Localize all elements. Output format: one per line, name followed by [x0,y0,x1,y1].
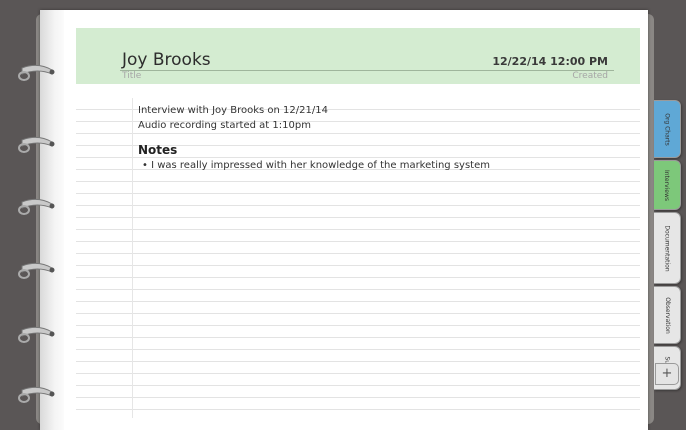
binder-ring-icon [18,198,56,216]
title-caption: Title [122,71,142,81]
note-line-audio: Audio recording started at 1:10pm [138,120,311,131]
note-title[interactable]: Joy Brooks [122,50,211,70]
tab-label: Documentation [663,224,671,272]
tab-org-charts[interactable]: Org Charts [654,100,681,158]
tab-label: Observation [663,296,671,334]
created-caption: Created [572,71,608,81]
notes-heading: Notes [138,143,178,157]
title-divider [120,70,614,71]
binder-ring-icon [18,386,56,404]
tab-documentation[interactable]: Documentation [654,212,681,284]
created-timestamp: 12/22/14 12:00 PM [492,55,608,68]
margin-line [132,98,133,418]
note-header: Joy Brooks Title 12/22/14 12:00 PM Creat… [76,28,640,84]
tab-interviews[interactable]: Interviews [654,160,681,210]
note-line-interview: Interview with Joy Brooks on 12/21/14 [138,105,328,116]
binder-ring-icon [18,262,56,280]
note-bullet: • I was really impressed with her knowle… [142,160,490,171]
note-body[interactable]: Interview with Joy Brooks on 12/21/14 Au… [138,103,618,173]
tab-observation[interactable]: Observation [654,286,681,344]
binder-ring-icon [18,326,56,344]
binder-ring-icon [18,64,56,82]
add-tab-button[interactable]: + [655,363,679,385]
tab-label: Org Charts [663,112,671,146]
binder-ring-icon [18,136,56,154]
tab-label: Interviews [663,169,671,201]
